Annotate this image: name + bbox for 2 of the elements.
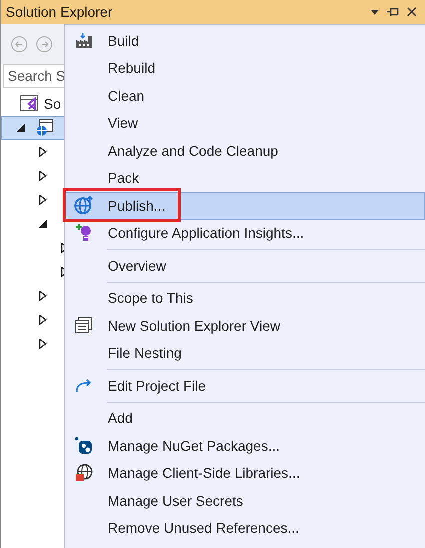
- tree-item-label: So: [44, 96, 62, 112]
- window-title: Solution Explorer: [6, 4, 114, 20]
